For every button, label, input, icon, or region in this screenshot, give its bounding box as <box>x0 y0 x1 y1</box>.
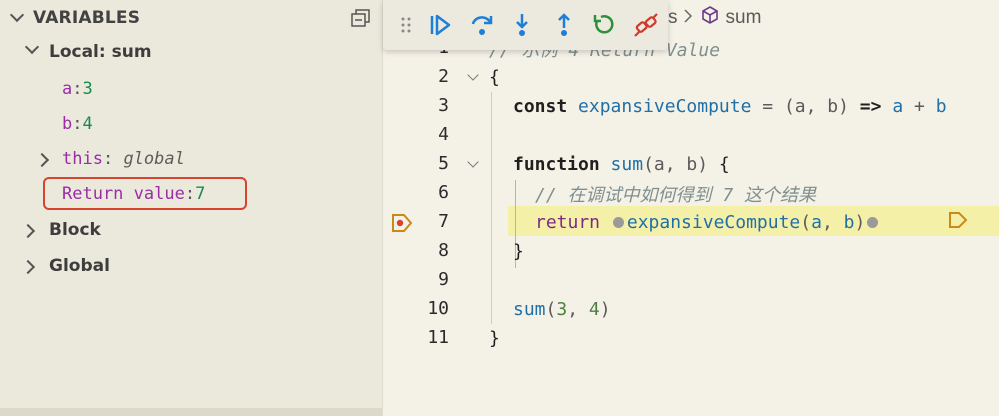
code-line-6: // 在调试中如何得到 7 这个结果 <box>535 179 816 208</box>
separator: : <box>102 149 124 169</box>
variables-section-header[interactable]: VARIABLES <box>0 0 383 36</box>
params: (a, b) <box>643 154 709 175</box>
scope-global[interactable]: Global <box>0 249 383 283</box>
line-number: 11 <box>427 327 449 348</box>
collapse-all-icon[interactable] <box>351 9 371 27</box>
identifier: b <box>843 212 855 233</box>
brace: { <box>489 67 500 88</box>
breadcrumb-segment[interactable]: s <box>668 7 678 29</box>
operator: => <box>848 96 893 117</box>
inline-breakpoint-icon[interactable] <box>612 217 624 228</box>
identifier: a <box>811 212 822 233</box>
keyword: const <box>513 96 568 117</box>
symbol-cube-icon <box>700 5 720 31</box>
disconnect-icon[interactable] <box>633 12 659 38</box>
scope-label: Local: sum <box>49 42 152 62</box>
variable-value: global <box>123 149 185 169</box>
chevron-right-icon[interactable] <box>20 223 36 239</box>
paren: ( <box>800 212 812 233</box>
identifier: sum <box>513 299 546 320</box>
panel-divider <box>0 408 382 416</box>
paren: ) <box>599 299 611 320</box>
breadcrumb-separator-icon <box>683 7 692 29</box>
fold-chevron-icon[interactable] <box>467 156 479 168</box>
params: (a, b) <box>783 96 849 117</box>
line-number: 6 <box>438 182 449 203</box>
inline-breakpoint-icon[interactable] <box>867 217 879 228</box>
scope-local[interactable]: Local: sum <box>0 36 383 70</box>
step-over-icon[interactable] <box>469 12 495 38</box>
line-number: 9 <box>438 269 449 290</box>
variable-name: this <box>62 149 103 169</box>
line-number: 8 <box>438 240 449 261</box>
drag-handle-icon[interactable] <box>401 17 411 38</box>
code-line-5: function sum (a, b) { <box>513 150 730 179</box>
code-line-11: } <box>489 324 500 353</box>
brace: { <box>708 154 730 175</box>
comma: , <box>567 299 589 320</box>
separator: : <box>72 114 83 134</box>
breadcrumb-symbol[interactable]: sum <box>726 7 762 29</box>
current-position-icon <box>883 190 968 255</box>
variable-this[interactable]: this: global <box>0 142 383 176</box>
variable-value: 3 <box>82 79 93 99</box>
variable-a[interactable]: a: 3 <box>62 72 93 106</box>
restart-icon[interactable] <box>591 12 617 38</box>
chevron-right-icon[interactable] <box>34 152 50 168</box>
comma: , <box>821 212 844 233</box>
variable-value: 4 <box>82 114 93 134</box>
line-number: 3 <box>438 95 449 116</box>
debug-toolbar <box>383 0 668 50</box>
number: 3 <box>556 299 568 320</box>
variable-name: a <box>62 79 73 99</box>
identifier: sum <box>610 154 644 175</box>
step-out-icon[interactable] <box>551 12 577 38</box>
continue-icon[interactable] <box>427 12 453 38</box>
identifier: expansiveCompute <box>626 212 801 233</box>
return-value-highlight <box>43 177 247 210</box>
chevron-right-icon[interactable] <box>20 259 36 275</box>
number: 4 <box>588 299 600 320</box>
step-into-icon[interactable] <box>509 12 535 38</box>
variables-panel: VARIABLES Local: sum a: 3 b: 4 this: glo… <box>0 0 383 416</box>
identifier: expansiveCompute <box>578 96 752 117</box>
indent-guide <box>491 92 492 324</box>
paren: ( <box>545 299 557 320</box>
breadcrumb: s sum <box>668 0 761 36</box>
line-number: 10 <box>427 298 449 319</box>
line-number: 2 <box>438 66 449 87</box>
code-editor[interactable]: 1 2 3 4 5 6 7 8 9 10 11 // 示例 4 Return V… <box>383 0 999 416</box>
fold-chevron-icon[interactable] <box>467 69 479 81</box>
line-number: 4 <box>438 124 449 145</box>
scope-label: Global <box>49 256 110 276</box>
comment: // 在调试中如何得到 7 这个结果 <box>535 184 817 206</box>
operator: = <box>751 96 784 117</box>
separator: : <box>72 79 83 99</box>
identifier: b <box>935 96 947 117</box>
variable-b[interactable]: b: 4 <box>62 107 93 141</box>
code-line-10: sum(3, 4) <box>513 295 611 324</box>
code-line-7: return expansiveCompute(a, b) <box>535 208 968 237</box>
line-number: 5 <box>438 153 449 174</box>
identifier: a <box>892 96 904 117</box>
brace: } <box>489 328 500 349</box>
scope-block[interactable]: Block <box>0 213 383 247</box>
chevron-down-icon[interactable] <box>9 7 25 23</box>
brace: } <box>513 241 524 262</box>
code-line-8: } <box>513 237 524 266</box>
breakpoint-paused-icon[interactable] <box>391 213 413 233</box>
section-title: VARIABLES <box>33 8 141 28</box>
scope-label: Block <box>49 220 101 240</box>
code-line-3: const expansiveCompute = (a, b) => a + b <box>513 92 947 121</box>
operator: + <box>903 96 936 117</box>
keyword: function <box>513 154 600 175</box>
paren: ) <box>854 212 866 233</box>
chevron-down-icon[interactable] <box>24 39 40 55</box>
code-line-2: { <box>489 63 500 92</box>
keyword: return <box>535 212 601 233</box>
variable-name: b <box>62 114 73 134</box>
